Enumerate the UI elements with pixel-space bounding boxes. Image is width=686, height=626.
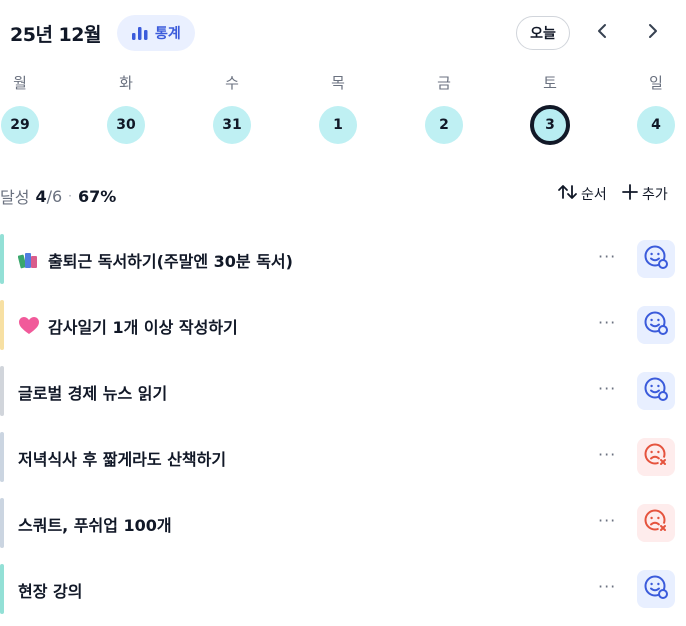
status-failed-button[interactable] [637,438,675,476]
weekday-fri: 금 [437,74,451,92]
weekday-sun: 일 [649,74,663,92]
sort-order-label: 순서 [581,187,607,203]
heart-icon [18,316,40,336]
plus-icon [622,184,638,204]
achievement-done: 4 [35,186,47,206]
weekday-mon: 월 [13,74,27,92]
habit-color-bar [0,432,4,482]
day-button[interactable]: 1 [319,106,357,144]
weekday-tue: 화 [119,74,133,92]
day-button[interactable]: 29 [1,106,39,144]
habit-title-text: 현장 강의 [18,582,83,601]
habit-title-text: 감사일기 1개 이상 작성하기 [48,318,238,337]
month-title: 25년 12월 [10,24,101,46]
habit-color-bar [0,564,4,614]
sort-arrows-icon [557,184,579,204]
chevron-left-icon [596,23,610,43]
next-week-button[interactable] [637,18,667,48]
habit-color-bar [0,366,4,416]
achievement-summary: 달성 4 /6 · 67% [0,184,116,208]
calendar-header: 25년 12월 통계 오늘 [0,12,686,56]
more-options-button[interactable]: ··· [598,313,616,332]
habit-title: 스쿼트, 푸쉬업 100개 [18,512,172,536]
more-options-button[interactable]: ··· [598,445,616,464]
achievement-percent: 67% [78,186,117,206]
stats-label: 통계 [155,26,181,42]
weekday-sat: 토 [543,74,557,92]
day-button-selected[interactable]: 3 [530,105,570,145]
habit-title: 글로벌 경제 뉴스 읽기 [18,380,167,404]
habit-color-bar [0,234,4,284]
add-habit-label: 추가 [642,187,668,203]
separator-dot: · [68,189,72,203]
more-options-button[interactable]: ··· [598,577,616,596]
habit-title: 저녁식사 후 짧게라도 산책하기 [18,446,226,470]
habit-color-bar [0,300,4,350]
day-button[interactable]: 4 [637,106,675,144]
status-success-button[interactable] [637,240,675,278]
weekday-wed: 수 [225,74,239,92]
day-button[interactable]: 2 [425,106,463,144]
habit-title: 출퇴근 독서하기(주말엔 30분 독서) [18,248,293,272]
day-button[interactable]: 31 [213,106,251,144]
habit-row[interactable]: 글로벌 경제 뉴스 읽기 ··· [0,366,686,416]
status-success-button[interactable] [637,306,675,344]
weekday-thu: 목 [331,74,345,92]
smile-face-icon [643,376,669,406]
status-success-button[interactable] [637,570,675,608]
smile-face-icon [643,310,669,340]
books-icon [18,250,40,270]
more-options-button[interactable]: ··· [598,379,616,398]
achievement-label: 달성 [0,188,30,207]
achievement-total: /6 [46,186,63,206]
habit-title: 현장 강의 [18,578,82,602]
habit-title-text: 스쿼트, 푸쉬업 100개 [18,516,172,535]
habit-title-text: 출퇴근 독서하기(주말엔 30분 독서) [48,252,293,271]
habit-row[interactable]: 출퇴근 독서하기(주말엔 30분 독서) ··· [0,234,686,284]
sad-face-icon [643,508,669,538]
chevron-right-icon [645,23,659,43]
add-habit-button[interactable]: 추가 [622,184,668,204]
habit-row[interactable]: 감사일기 1개 이상 작성하기 ··· [0,300,686,350]
sad-face-icon [643,442,669,472]
habit-color-bar [0,498,4,548]
smile-face-icon [643,244,669,274]
day-button[interactable]: 30 [107,106,145,144]
prev-week-button[interactable] [588,18,618,48]
habit-title: 감사일기 1개 이상 작성하기 [18,314,238,338]
smile-face-icon [643,574,669,604]
habit-row[interactable]: 현장 강의 ··· [0,564,686,614]
sort-order-button[interactable]: 순서 [557,184,607,204]
stats-button[interactable]: 통계 [117,15,195,51]
habit-row[interactable]: 저녁식사 후 짧게라도 산책하기 ··· [0,432,686,482]
bar-chart-icon [131,25,149,41]
status-failed-button[interactable] [637,504,675,542]
more-options-button[interactable]: ··· [598,511,616,530]
more-options-button[interactable]: ··· [598,247,616,266]
today-button[interactable]: 오늘 [516,16,570,50]
status-success-button[interactable] [637,372,675,410]
habit-title-text: 저녁식사 후 짧게라도 산책하기 [18,450,227,469]
habit-row[interactable]: 스쿼트, 푸쉬업 100개 ··· [0,498,686,548]
habit-title-text: 글로벌 경제 뉴스 읽기 [18,384,168,403]
